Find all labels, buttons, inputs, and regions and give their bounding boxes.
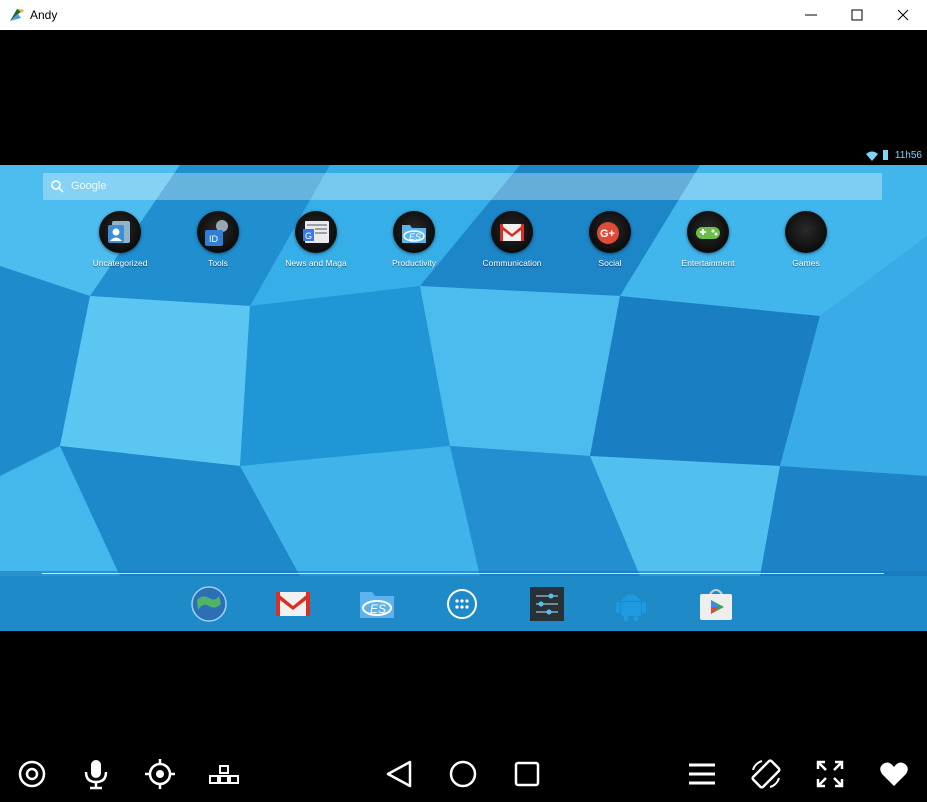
search-icon <box>51 180 64 193</box>
es-file-explorer-icon: ES <box>402 225 426 243</box>
folder-uncategorized[interactable]: Uncategorized <box>71 211 169 271</box>
app-drawer-icon[interactable] <box>442 584 482 624</box>
folder-icon: G <box>295 211 337 253</box>
browser-icon[interactable] <box>189 584 229 624</box>
camera-button[interactable] <box>16 758 48 790</box>
folder-productivity[interactable]: ES Productivity <box>365 211 463 271</box>
folder-icon <box>687 211 729 253</box>
emulator-control-bar <box>0 740 927 802</box>
keymap-button[interactable] <box>208 758 240 790</box>
maximize-icon <box>851 9 863 21</box>
location-icon <box>145 759 175 789</box>
news-icon: G <box>303 221 329 243</box>
camera-icon <box>18 760 46 788</box>
empty-folder-icon <box>785 211 827 253</box>
es-file-explorer-icon[interactable]: ES <box>357 584 397 624</box>
microphone-button[interactable] <box>80 758 112 790</box>
menu-button[interactable] <box>686 758 718 790</box>
menu-icon <box>689 763 715 785</box>
settings-icon[interactable] <box>527 584 567 624</box>
rotate-icon <box>751 759 781 789</box>
search-placeholder: Google <box>71 180 107 192</box>
close-icon <box>897 9 909 21</box>
recents-button[interactable] <box>511 758 543 790</box>
svg-text:ES: ES <box>409 232 421 242</box>
tools-icon: ID <box>205 220 228 246</box>
dock-divider <box>42 573 884 574</box>
recents-icon <box>514 761 540 787</box>
close-button[interactable] <box>880 0 926 30</box>
location-button[interactable] <box>144 758 176 790</box>
fullscreen-button[interactable] <box>814 758 846 790</box>
favorite-icon <box>880 762 908 786</box>
gmail-icon <box>500 224 524 241</box>
back-button[interactable] <box>383 758 415 790</box>
maximize-button[interactable] <box>834 0 880 30</box>
svg-text:ID: ID <box>209 234 219 244</box>
minimize-icon <box>805 14 817 16</box>
folder-social[interactable]: G+ Social <box>561 211 659 271</box>
home-icon <box>449 760 477 788</box>
android-icon[interactable] <box>611 584 651 624</box>
fullscreen-icon <box>816 760 844 788</box>
android-screen[interactable]: 11h56 Google Uncategorized ID Tools G Ne… <box>0 146 927 631</box>
folder-news-and-magazines[interactable]: G News and Maga <box>267 211 365 271</box>
folder-icon: ES <box>393 211 435 253</box>
gamepad-icon <box>696 227 720 239</box>
folder-tools[interactable]: ID Tools <box>169 211 267 271</box>
svg-text:G+: G+ <box>600 228 615 240</box>
gmail-icon[interactable] <box>273 584 313 624</box>
window-title: Andy <box>30 8 58 22</box>
folder-communication[interactable]: Communication <box>463 211 561 271</box>
status-bar: 11h56 <box>0 146 927 165</box>
folder-icon <box>491 211 533 253</box>
clock: 11h56 <box>894 150 922 161</box>
svg-text:ES: ES <box>370 602 386 616</box>
andy-logo-icon <box>10 9 24 21</box>
minimize-button[interactable] <box>788 0 834 30</box>
folder-games[interactable]: Games <box>757 211 855 271</box>
favorite-button[interactable] <box>878 758 910 790</box>
wifi-icon <box>866 151 878 161</box>
microphone-icon <box>84 760 108 790</box>
contacts-icon <box>108 221 130 243</box>
folder-icon: G+ <box>589 211 631 253</box>
folder-icon: ID <box>197 211 239 253</box>
rotate-button[interactable] <box>750 758 782 790</box>
folder-icon <box>99 211 141 253</box>
google-plus-icon: G+ <box>597 222 619 244</box>
battery-icon <box>883 150 888 160</box>
google-search-bar[interactable]: Google <box>43 173 882 200</box>
keymap-icon <box>209 765 239 784</box>
back-icon <box>386 760 412 788</box>
folder-entertainment[interactable]: Entertainment <box>659 211 757 271</box>
play-store-icon[interactable] <box>696 584 736 624</box>
svg-text:G: G <box>305 231 312 241</box>
home-button[interactable] <box>447 758 479 790</box>
window-titlebar: Andy <box>0 0 927 30</box>
